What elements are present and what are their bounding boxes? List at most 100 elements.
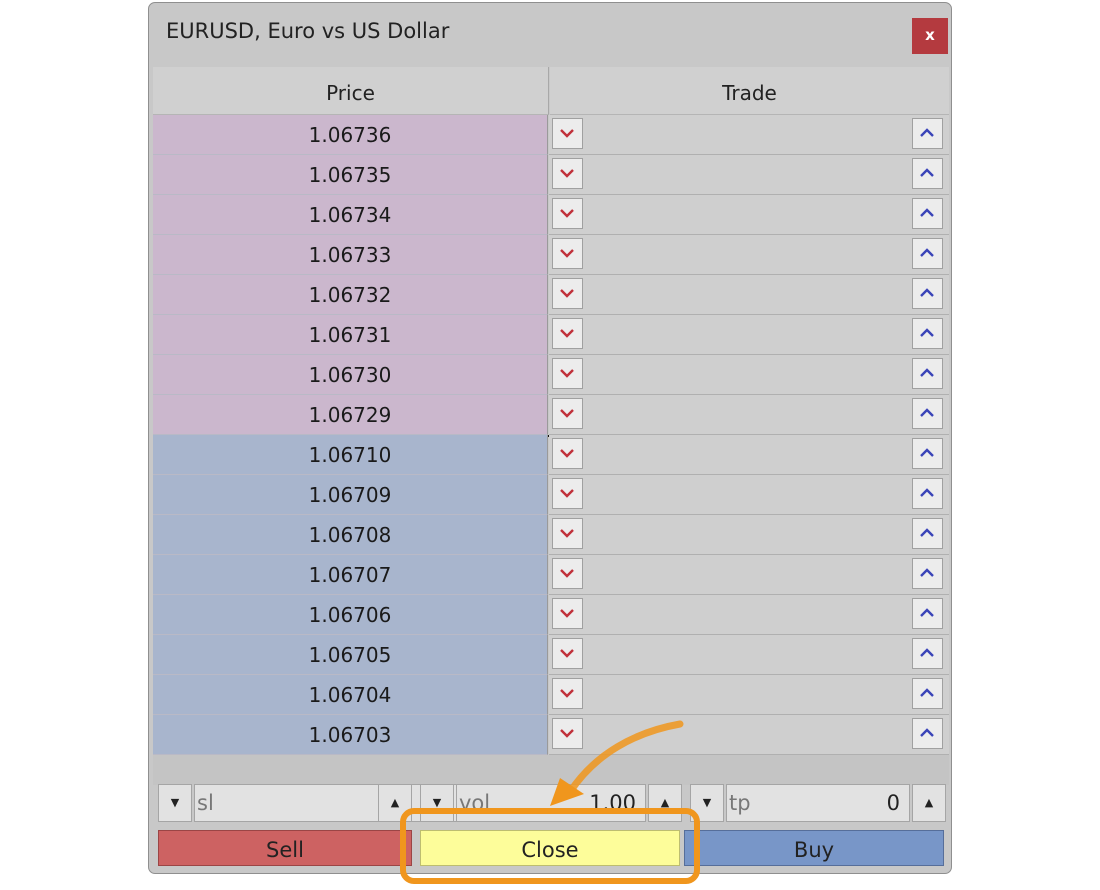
sell-at-price-button[interactable] bbox=[552, 438, 583, 469]
price-cell[interactable]: 1.06704 bbox=[153, 675, 548, 715]
trade-cell bbox=[549, 155, 949, 195]
ask-price-row: 1.06731 bbox=[153, 315, 949, 355]
trade-cell bbox=[549, 555, 949, 595]
sell-at-price-button[interactable] bbox=[552, 158, 583, 189]
price-cell[interactable]: 1.06710 bbox=[153, 435, 548, 475]
buy-at-price-button[interactable] bbox=[912, 118, 943, 149]
chevron-up-icon bbox=[920, 608, 934, 617]
price-cell[interactable]: 1.06707 bbox=[153, 555, 548, 595]
buy-at-price-button[interactable] bbox=[912, 718, 943, 749]
sell-at-price-button[interactable] bbox=[552, 518, 583, 549]
trade-cell bbox=[549, 635, 949, 675]
chevron-up-icon bbox=[920, 568, 934, 577]
chevron-up-icon bbox=[920, 368, 934, 377]
ask-price-row: 1.06734 bbox=[153, 195, 949, 235]
chevron-down-icon bbox=[560, 169, 574, 178]
chevron-up-icon bbox=[920, 128, 934, 137]
sell-at-price-button[interactable] bbox=[552, 358, 583, 389]
tp-value: 0 bbox=[886, 791, 900, 815]
buy-at-price-button[interactable] bbox=[912, 678, 943, 709]
chevron-down-icon bbox=[560, 209, 574, 218]
ask-price-row: 1.06729 bbox=[153, 395, 949, 435]
sell-at-price-button[interactable] bbox=[552, 278, 583, 309]
chevron-down-icon bbox=[560, 569, 574, 578]
bid-price-row: 1.06706 bbox=[153, 595, 949, 635]
buy-at-price-button[interactable] bbox=[912, 158, 943, 189]
price-cell[interactable]: 1.06734 bbox=[153, 195, 548, 235]
price-cell[interactable]: 1.06733 bbox=[153, 235, 548, 275]
chevron-up-icon bbox=[920, 208, 934, 217]
price-cell[interactable]: 1.06735 bbox=[153, 155, 548, 195]
bid-price-row: 1.06708 bbox=[153, 515, 949, 555]
buy-at-price-button[interactable] bbox=[912, 318, 943, 349]
sell-button[interactable]: Sell bbox=[158, 830, 412, 866]
chevron-down-icon bbox=[560, 129, 574, 138]
sell-at-price-button[interactable] bbox=[552, 238, 583, 269]
chevron-up-icon bbox=[920, 288, 934, 297]
bid-price-row: 1.06710 bbox=[153, 435, 949, 475]
price-cell[interactable]: 1.06703 bbox=[153, 715, 548, 755]
buy-at-price-button[interactable] bbox=[912, 598, 943, 629]
buy-at-price-button[interactable] bbox=[912, 518, 943, 549]
price-cell[interactable]: 1.06706 bbox=[153, 595, 548, 635]
buy-at-price-button[interactable] bbox=[912, 558, 943, 589]
chevron-up-icon bbox=[920, 648, 934, 657]
trade-cell bbox=[549, 235, 949, 275]
chevron-down-icon bbox=[560, 649, 574, 658]
buy-at-price-button[interactable] bbox=[912, 478, 943, 509]
price-cell[interactable]: 1.06730 bbox=[153, 355, 548, 395]
bid-price-row: 1.06704 bbox=[153, 675, 949, 715]
sl-decrease-button[interactable]: ▼ bbox=[158, 784, 192, 822]
trade-cell bbox=[549, 275, 949, 315]
chevron-up-icon bbox=[920, 528, 934, 537]
trade-cell bbox=[549, 515, 949, 555]
trade-cell bbox=[549, 675, 949, 715]
price-cell[interactable]: 1.06736 bbox=[153, 115, 548, 155]
tp-placeholder: tp bbox=[729, 791, 751, 815]
sell-at-price-button[interactable] bbox=[552, 638, 583, 669]
sell-at-price-button[interactable] bbox=[552, 478, 583, 509]
sell-at-price-button[interactable] bbox=[552, 198, 583, 229]
price-cell[interactable]: 1.06731 bbox=[153, 315, 548, 355]
chevron-up-icon bbox=[920, 168, 934, 177]
buy-at-price-button[interactable] bbox=[912, 438, 943, 469]
trade-cell bbox=[549, 435, 949, 475]
ask-price-row: 1.06735 bbox=[153, 155, 949, 195]
price-cell[interactable]: 1.06705 bbox=[153, 635, 548, 675]
buy-at-price-button[interactable] bbox=[912, 358, 943, 389]
buy-at-price-button[interactable] bbox=[912, 398, 943, 429]
buy-at-price-button[interactable] bbox=[912, 238, 943, 269]
buy-at-price-button[interactable] bbox=[912, 278, 943, 309]
chevron-up-icon bbox=[920, 728, 934, 737]
title-bar[interactable]: EURUSD, Euro vs US Dollar x bbox=[149, 3, 951, 67]
sell-at-price-button[interactable] bbox=[552, 678, 583, 709]
close-button-highlight bbox=[400, 808, 700, 884]
tp-input[interactable]: tp 0 bbox=[726, 784, 910, 822]
buy-button[interactable]: Buy bbox=[684, 830, 944, 866]
trade-cell bbox=[549, 195, 949, 235]
sell-at-price-button[interactable] bbox=[552, 558, 583, 589]
chevron-up-icon bbox=[920, 448, 934, 457]
bid-price-row: 1.06709 bbox=[153, 475, 949, 515]
sell-at-price-button[interactable] bbox=[552, 398, 583, 429]
price-cell[interactable]: 1.06709 bbox=[153, 475, 548, 515]
buy-at-price-button[interactable] bbox=[912, 198, 943, 229]
ask-price-row: 1.06736 bbox=[153, 115, 949, 155]
trade-cell bbox=[549, 395, 949, 435]
chevron-down-icon bbox=[560, 529, 574, 538]
sell-at-price-button[interactable] bbox=[552, 318, 583, 349]
ask-price-row: 1.06730 bbox=[153, 355, 949, 395]
ask-price-row: 1.06733 bbox=[153, 235, 949, 275]
price-cell[interactable]: 1.06732 bbox=[153, 275, 548, 315]
chevron-up-icon bbox=[920, 688, 934, 697]
chevron-up-icon bbox=[920, 488, 934, 497]
sell-at-price-button[interactable] bbox=[552, 118, 583, 149]
close-icon[interactable]: x bbox=[912, 18, 948, 54]
chevron-up-icon bbox=[920, 408, 934, 417]
price-cell[interactable]: 1.06708 bbox=[153, 515, 548, 555]
tp-increase-button[interactable]: ▲ bbox=[912, 784, 946, 822]
buy-at-price-button[interactable] bbox=[912, 638, 943, 669]
price-column-header: Price bbox=[153, 67, 549, 115]
sell-at-price-button[interactable] bbox=[552, 598, 583, 629]
price-cell[interactable]: 1.06729 bbox=[153, 395, 548, 435]
